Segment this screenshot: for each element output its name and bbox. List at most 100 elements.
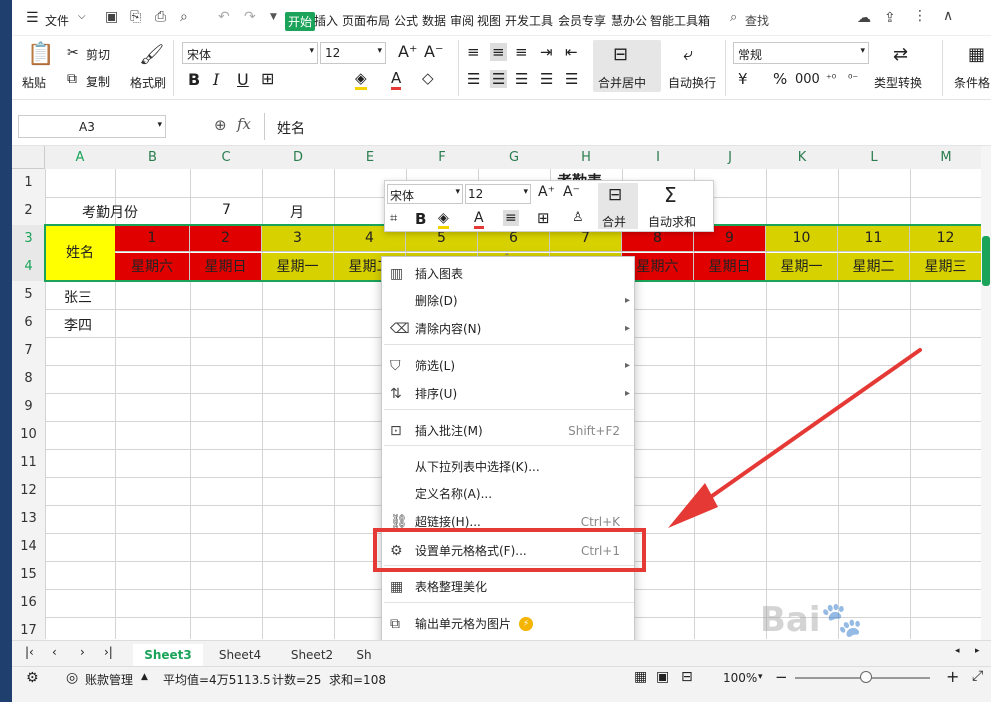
context-menu-item[interactable]: ⌫ 清除内容(N) ▸	[382, 315, 636, 343]
name-box[interactable]: A3 ▾	[18, 115, 166, 138]
currency-icon[interactable]: ¥	[738, 70, 748, 88]
column-header[interactable]: K	[766, 146, 838, 169]
context-menu-item[interactable]: 定义名称(A)...	[382, 480, 636, 508]
hscroll-left-icon[interactable]: ◂	[955, 646, 960, 656]
brush-icon[interactable]: ♙	[572, 210, 584, 225]
preview-icon[interactable]: ⌕	[180, 9, 188, 25]
row-header[interactable]: 15	[12, 561, 45, 589]
column-header[interactable]: B	[115, 146, 190, 169]
column-header[interactable]: C	[190, 146, 262, 169]
more-icon[interactable]: ⋮	[913, 8, 927, 24]
percent-icon[interactable]: %	[773, 70, 787, 88]
align-top-icon[interactable]: ≡	[467, 43, 480, 61]
tab-6[interactable]: 视图	[477, 12, 501, 29]
row-header[interactable]: 8	[12, 365, 45, 393]
normal-view-icon[interactable]: ▦	[634, 669, 647, 685]
row-header[interactable]: 14	[12, 533, 45, 561]
font-color-icon[interactable]: A	[391, 69, 402, 90]
fill-color-icon[interactable]: ◈	[355, 69, 367, 90]
align-left-icon[interactable]: ☰	[467, 70, 480, 88]
conditional-icon[interactable]: ▦	[968, 44, 985, 65]
context-menu-item[interactable]: ⛉ 筛选(L) ▸	[382, 352, 636, 380]
tab-4[interactable]: 数据	[422, 12, 446, 29]
column-header[interactable]: I	[622, 146, 694, 169]
hamburger-icon[interactable]: ☰	[26, 10, 39, 26]
formula-input[interactable]: 姓名	[264, 113, 991, 140]
context-menu-item[interactable]: ⇅ 排序(U) ▸	[382, 380, 636, 408]
context-menu-item[interactable]: 从下拉列表中选择(K)...	[382, 453, 636, 481]
cloud-icon[interactable]: ☁	[857, 10, 871, 26]
row-header[interactable]: 3	[12, 225, 45, 253]
zoom-icon[interactable]: ⊕	[214, 116, 227, 134]
search-icon[interactable]: ⌕	[730, 10, 737, 25]
chevron-down-icon[interactable]: ▾	[758, 672, 763, 682]
clear-icon[interactable]: ◇	[422, 69, 434, 87]
tab-9[interactable]: 慧办公	[611, 12, 647, 29]
month-unit-cell[interactable]: 月	[290, 202, 304, 222]
tab-5[interactable]: 审阅	[450, 12, 474, 29]
tab-2[interactable]: 页面布局	[342, 12, 390, 29]
underline-icon[interactable]: U	[237, 70, 249, 89]
customize-icon[interactable]: ▼	[270, 12, 277, 22]
align-bottom-icon[interactable]: ≡	[515, 43, 528, 61]
account-label[interactable]: 账款管理	[85, 671, 133, 688]
print-icon[interactable]: ⎙	[155, 9, 166, 25]
fullscreen-icon[interactable]: ⤢	[972, 668, 983, 684]
save-icon[interactable]: ▣	[105, 9, 118, 25]
tab-1[interactable]: 插入	[314, 12, 338, 29]
context-menu-item[interactable]: ▥ 插入图表	[382, 260, 636, 288]
column-header[interactable]: M	[910, 146, 982, 169]
collapse-icon[interactable]: ∧	[943, 8, 953, 24]
decrease-font-icon[interactable]: A⁻	[424, 42, 443, 61]
undo-icon[interactable]: ↶	[218, 9, 230, 25]
convert-icon[interactable]: ⇄	[893, 44, 908, 65]
next-sheet-icon[interactable]: ›	[80, 645, 85, 659]
scroll-thumb[interactable]	[982, 236, 990, 286]
cut-button[interactable]: 剪切	[86, 46, 110, 63]
indent-icon[interactable]: ⇥	[540, 43, 553, 61]
sheet-tab[interactable]: Sheet4	[205, 644, 275, 666]
font-name-select[interactable]: 宋体 ▾	[182, 42, 318, 64]
first-sheet-icon[interactable]: |‹	[25, 645, 34, 659]
border-icon[interactable]: ⊞	[537, 209, 550, 227]
zoom-out-icon[interactable]: −	[775, 668, 788, 686]
paste-button[interactable]: 粘贴	[22, 74, 46, 91]
align-center-icon[interactable]: ☰	[490, 70, 508, 88]
wrap-icon[interactable]: ⤶	[683, 44, 693, 65]
export-pdf-icon[interactable]: ⎘	[130, 9, 141, 25]
scissors-icon[interactable]: ✂	[67, 45, 79, 61]
last-sheet-icon[interactable]: ›|	[104, 645, 113, 659]
redo-icon[interactable]: ↷	[244, 9, 256, 25]
thousands-icon[interactable]: 000	[795, 72, 820, 87]
row-header[interactable]: 12	[12, 477, 45, 505]
name-cell-2[interactable]: 李四	[64, 315, 92, 335]
distribute-icon[interactable]: ☰	[565, 70, 578, 88]
format-brush-icon[interactable]: ⌗	[390, 211, 397, 226]
row-header[interactable]: 1	[12, 169, 45, 197]
row-header[interactable]: 4	[12, 253, 45, 281]
tab-0[interactable]: 开始	[285, 12, 316, 31]
fill-color-icon[interactable]: ◈	[438, 210, 449, 229]
row-header[interactable]: 13	[12, 505, 45, 533]
wrap-text-button[interactable]: 自动换行	[668, 74, 716, 91]
search-label[interactable]: 查找	[745, 12, 769, 29]
decrease-font-icon[interactable]: A⁻	[563, 184, 580, 200]
sheet-tab[interactable]: Sh	[349, 644, 379, 666]
mini-font-name[interactable]: 宋体 ▾	[387, 184, 463, 204]
vertical-scrollbar[interactable]	[981, 146, 991, 640]
border-icon[interactable]: ⊞	[261, 69, 274, 88]
column-header[interactable]: H	[550, 146, 622, 169]
conditional-format-button[interactable]: 条件格	[954, 74, 990, 91]
file-menu[interactable]: 文件	[45, 12, 69, 29]
decrease-decimal-icon[interactable]: ⁰⁻	[848, 72, 858, 85]
zoom-level[interactable]: 100%	[723, 671, 757, 685]
row-header[interactable]: 7	[12, 337, 45, 365]
tab-8[interactable]: 会员专享	[558, 12, 606, 29]
font-color-icon[interactable]: A	[474, 210, 484, 229]
share-icon[interactable]: ⇪	[884, 10, 896, 26]
font-size-select[interactable]: 12 ▾	[320, 42, 386, 64]
context-menu-item[interactable]: 删除(D) ▸	[382, 287, 636, 315]
row-header[interactable]: 10	[12, 421, 45, 449]
tab-3[interactable]: 公式	[394, 12, 418, 29]
reading-view-icon[interactable]: ⊟	[681, 669, 693, 685]
